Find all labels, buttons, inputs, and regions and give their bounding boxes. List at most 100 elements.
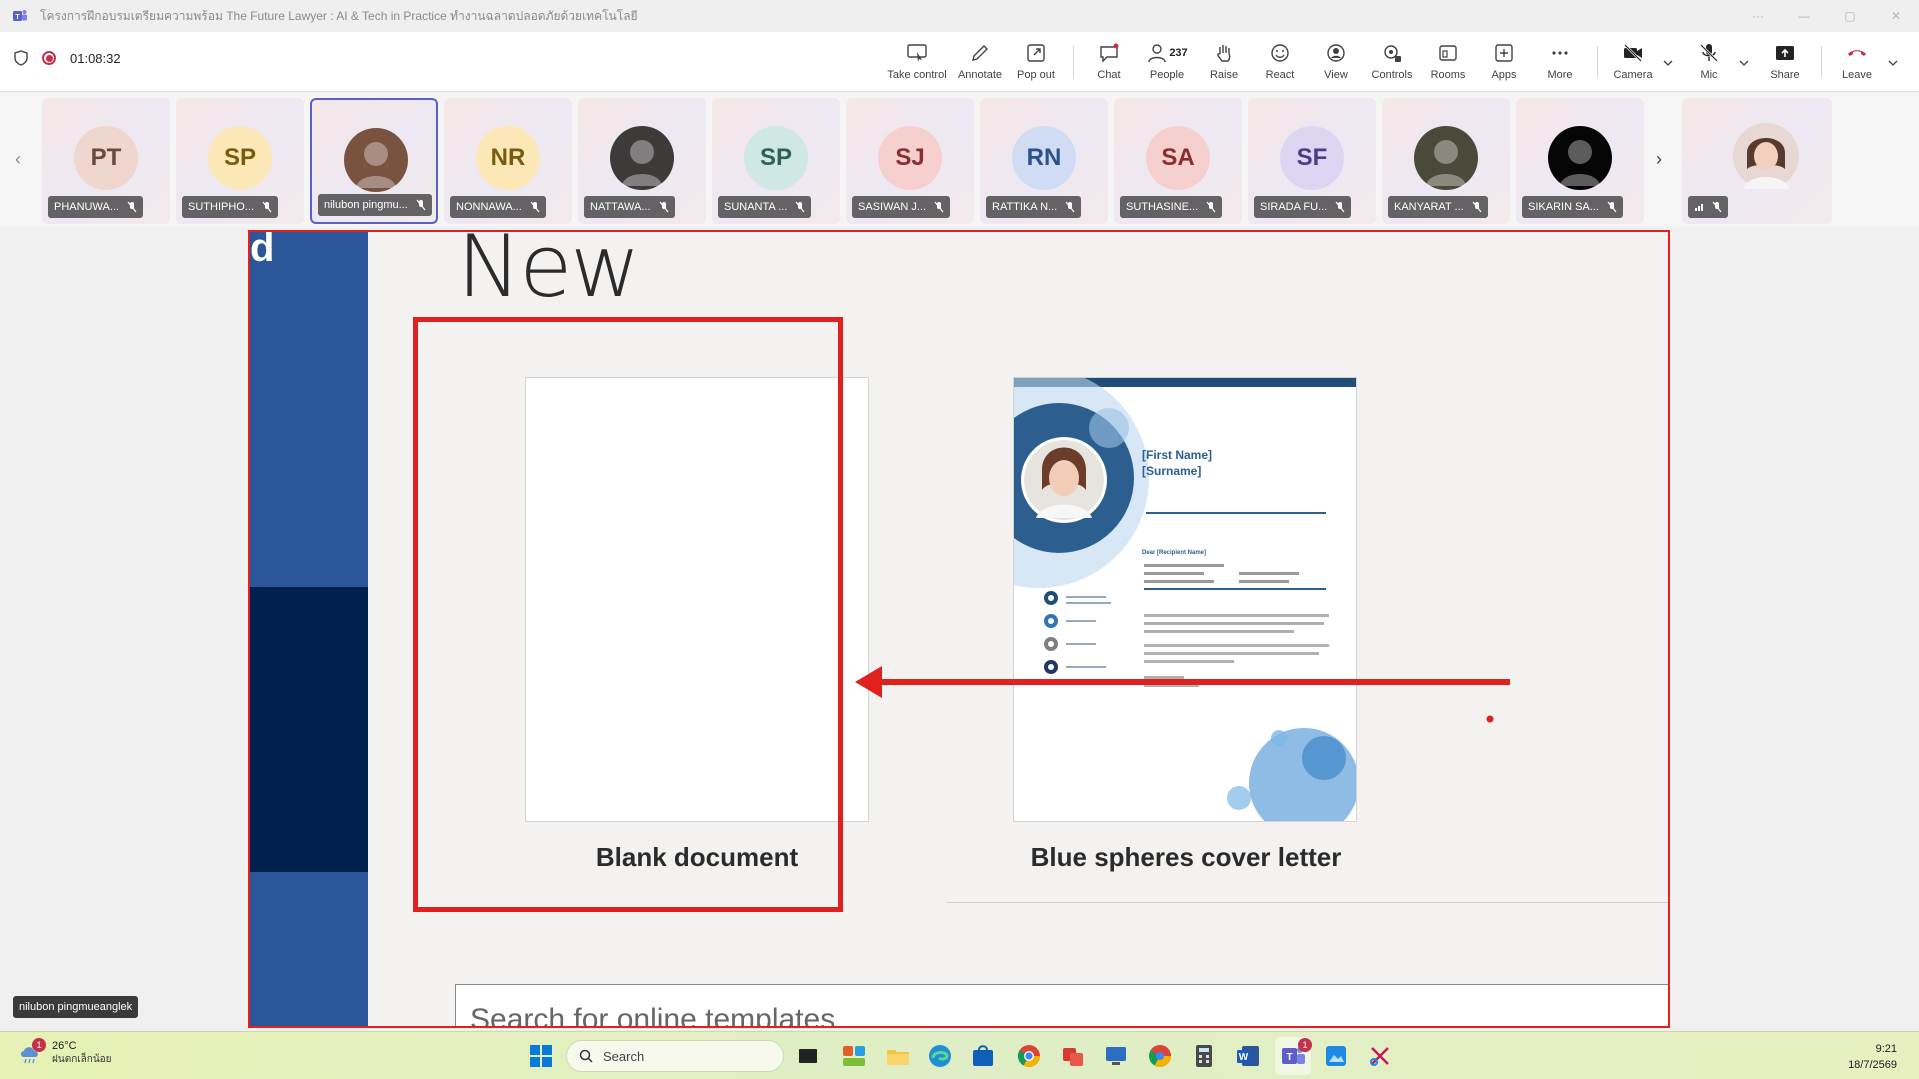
participant-nameplate: RATTIKA N... <box>986 196 1082 218</box>
muted-mic-icon <box>127 201 137 213</box>
window-title: โครงการฝึกอบรมเตรียมความพร้อม The Future… <box>40 8 638 23</box>
app-icon-red[interactable] <box>1060 1043 1086 1069</box>
svg-text:W: W <box>1239 1052 1249 1063</box>
participant-tile[interactable]: KANYARAT ... <box>1382 98 1510 224</box>
pop-out-button[interactable]: Pop out <box>1005 38 1067 88</box>
camera-off-icon <box>1624 44 1642 62</box>
participant-tile[interactable]: SP SUNANTA ... <box>712 98 840 224</box>
participant-tile[interactable]: NATTAWA... <box>578 98 706 224</box>
edge-browser-icon[interactable] <box>927 1043 953 1069</box>
window-controls: ··· — ▢ ✕ <box>1735 0 1919 32</box>
signal-icon <box>1695 204 1703 211</box>
rooms-button[interactable]: Rooms <box>1417 38 1479 88</box>
participant-tile[interactable]: SP SUTHIPHO... <box>176 98 304 224</box>
muted-mic-icon <box>1607 201 1617 213</box>
rooms-label: Rooms <box>1430 69 1466 81</box>
weather-widget[interactable]: 1 26°C ฝนตกเล็กน้อย <box>18 1038 112 1067</box>
toolbar-divider <box>1821 46 1822 78</box>
calculator-icon[interactable] <box>1191 1043 1217 1069</box>
chrome-icon[interactable] <box>1016 1043 1042 1069</box>
file-explorer-icon[interactable] <box>885 1043 911 1069</box>
weather-condition: ฝนตกเล็กน้อย <box>52 1054 112 1065</box>
participant-tile[interactable]: SJ SASIWAN J... <box>846 98 974 224</box>
taskbar-search[interactable]: Search <box>566 1040 784 1072</box>
controls-label: Controls <box>1371 69 1413 81</box>
annotate-button[interactable]: Annotate <box>949 38 1011 88</box>
taskbar-clock[interactable]: 9:21 18/7/2569 <box>1848 1041 1897 1073</box>
widgets-icon[interactable] <box>841 1043 867 1069</box>
pop-out-label: Pop out <box>1017 69 1055 81</box>
teams-notification-badge: 1 <box>1298 1038 1312 1052</box>
mic-options-chevron-icon[interactable] <box>1737 56 1751 70</box>
self-video-tile[interactable] <box>1682 98 1832 224</box>
avatar <box>1414 126 1478 190</box>
task-view-icon[interactable] <box>795 1043 821 1069</box>
participant-name: NONNAWA... <box>456 201 522 213</box>
participant-name: SIKARIN SA... <box>1528 201 1599 213</box>
svg-text:T: T <box>1286 1052 1292 1063</box>
photos-icon[interactable] <box>1323 1043 1349 1069</box>
avatar: SA <box>1146 126 1210 190</box>
leave-label: Leave <box>1842 69 1872 81</box>
chevron-left-icon[interactable]: ‹ <box>15 149 21 170</box>
participant-name: SASIWAN J... <box>858 201 927 213</box>
apps-button[interactable]: Apps <box>1473 38 1535 88</box>
more-actions-button[interactable]: More <box>1529 38 1591 88</box>
participant-name: nilubon pingmu... <box>324 199 408 211</box>
raise-hand-button[interactable]: Raise <box>1193 38 1255 88</box>
people-button[interactable]: 237 People <box>1136 38 1198 88</box>
participant-tile[interactable]: PT PHANUWA... <box>42 98 170 224</box>
more-label: More <box>1547 69 1573 81</box>
mic-button[interactable]: Mic <box>1678 38 1740 88</box>
participant-tile[interactable]: SIKARIN SA... <box>1516 98 1644 224</box>
leave-button[interactable]: Leave <box>1826 38 1888 88</box>
muted-mic-icon <box>262 201 272 213</box>
view-label: View <box>1324 69 1348 81</box>
participant-nameplate: SASIWAN J... <box>852 196 951 218</box>
windows-start-icon[interactable] <box>528 1043 554 1069</box>
camera-options-chevron-icon[interactable] <box>1661 56 1675 70</box>
share-button[interactable]: Share <box>1754 38 1816 88</box>
participant-name: NATTAWA... <box>590 201 651 213</box>
remote-desktop-icon[interactable] <box>1103 1043 1129 1069</box>
chat-label: Chat <box>1097 69 1121 81</box>
chrome-profile-icon[interactable] <box>1147 1043 1173 1069</box>
participant-tile[interactable]: SA SUTHASINE... <box>1114 98 1242 224</box>
participant-nameplate: SIRADA FU... <box>1254 196 1352 218</box>
chevron-right-icon[interactable]: › <box>1656 149 1662 170</box>
teams-logo-icon: T <box>13 10 27 21</box>
muted-mic-icon <box>1712 201 1722 213</box>
meeting-status: 01:08:32 <box>14 50 121 66</box>
more-options-button[interactable]: ··· <box>1735 9 1781 23</box>
participant-name: SUNANTA ... <box>724 201 788 213</box>
share-label: Share <box>1770 69 1800 81</box>
close-button[interactable]: ✕ <box>1873 9 1919 23</box>
participant-tile[interactable]: RN RATTIKA N... <box>980 98 1108 224</box>
participant-tile[interactable]: NR NONNAWA... <box>444 98 572 224</box>
muted-mic-icon <box>1206 201 1216 213</box>
microsoft-store-icon[interactable] <box>970 1043 996 1069</box>
avatar: SJ <box>878 126 942 190</box>
word-icon[interactable]: W <box>1235 1043 1261 1069</box>
minimize-button[interactable]: — <box>1781 9 1827 23</box>
react-button[interactable]: React <box>1249 38 1311 88</box>
maximize-button[interactable]: ▢ <box>1827 9 1873 23</box>
leave-options-chevron-icon[interactable] <box>1886 56 1900 70</box>
window-titlebar: T โครงการฝึกอบรมเตรียมความพร้อม The Futu… <box>0 0 1919 32</box>
participant-tile[interactable]: SF SIRADA FU... <box>1248 98 1376 224</box>
chat-button[interactable]: Chat <box>1078 38 1140 88</box>
take-control-button[interactable]: Take control <box>886 38 948 88</box>
clock-date: 18/7/2569 <box>1848 1059 1897 1071</box>
muted-mic-icon <box>1335 201 1345 213</box>
participant-tile[interactable]: nilubon pingmu... <box>310 98 438 224</box>
apps-label: Apps <box>1491 69 1517 81</box>
avatar: SP <box>744 126 808 190</box>
pop-out-icon <box>1027 44 1045 62</box>
camera-button[interactable]: Camera <box>1602 38 1664 88</box>
controls-button[interactable]: Controls <box>1361 38 1423 88</box>
shield-icon[interactable] <box>14 50 28 66</box>
view-button[interactable]: View <box>1305 38 1367 88</box>
snipping-tool-icon[interactable] <box>1367 1043 1393 1069</box>
teams-taskbar-active[interactable]: T 1 <box>1275 1037 1312 1075</box>
participant-name: PHANUWA... <box>54 201 119 213</box>
